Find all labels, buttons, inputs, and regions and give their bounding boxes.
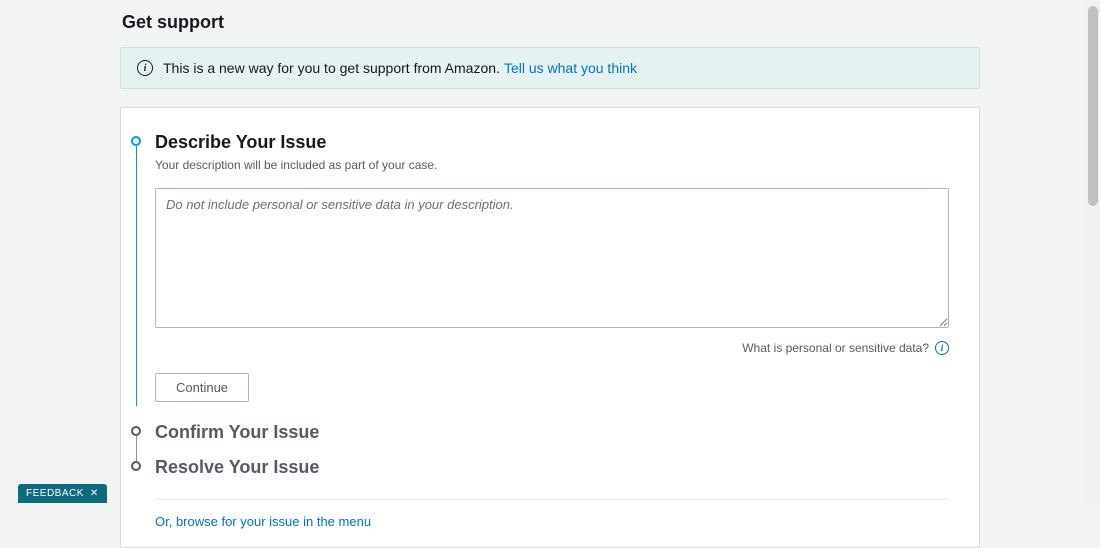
step-describe-title: Describe Your Issue	[155, 132, 949, 154]
step-marker-icon	[131, 426, 141, 436]
divider	[155, 499, 949, 500]
scrollbar[interactable]	[1086, 0, 1100, 503]
step-connector	[136, 436, 137, 462]
continue-button[interactable]: Continue	[155, 373, 249, 402]
info-icon[interactable]: i	[935, 341, 949, 355]
step-describe: Describe Your Issue Your description wil…	[131, 132, 949, 402]
step-marker-icon	[131, 461, 141, 471]
banner-feedback-link[interactable]: Tell us what you think	[504, 60, 637, 76]
issue-description-textarea[interactable]	[155, 188, 949, 328]
feedback-tab[interactable]: FEEDBACK ✕	[18, 484, 107, 503]
support-card: Describe Your Issue Your description wil…	[120, 107, 980, 548]
browse-issue-link[interactable]: Or, browse for your issue in the menu	[131, 514, 949, 529]
close-icon[interactable]: ✕	[90, 488, 99, 499]
step-confirm-title: Confirm Your Issue	[155, 422, 949, 444]
feedback-label: FEEDBACK	[26, 488, 84, 499]
scrollbar-thumb[interactable]	[1088, 6, 1098, 206]
step-marker-icon	[131, 136, 141, 146]
step-connector	[136, 146, 137, 406]
step-confirm: Confirm Your Issue	[131, 422, 949, 458]
banner-text: This is a new way for you to get support…	[163, 60, 500, 76]
step-resolve: Resolve Your Issue	[131, 457, 949, 479]
sensitive-data-hint[interactable]: What is personal or sensitive data?	[742, 341, 929, 355]
step-resolve-title: Resolve Your Issue	[155, 457, 949, 479]
info-banner: i This is a new way for you to get suppo…	[120, 47, 980, 89]
step-describe-subtitle: Your description will be included as par…	[155, 158, 949, 172]
page-title: Get support	[120, 12, 980, 33]
info-icon: i	[137, 60, 153, 76]
